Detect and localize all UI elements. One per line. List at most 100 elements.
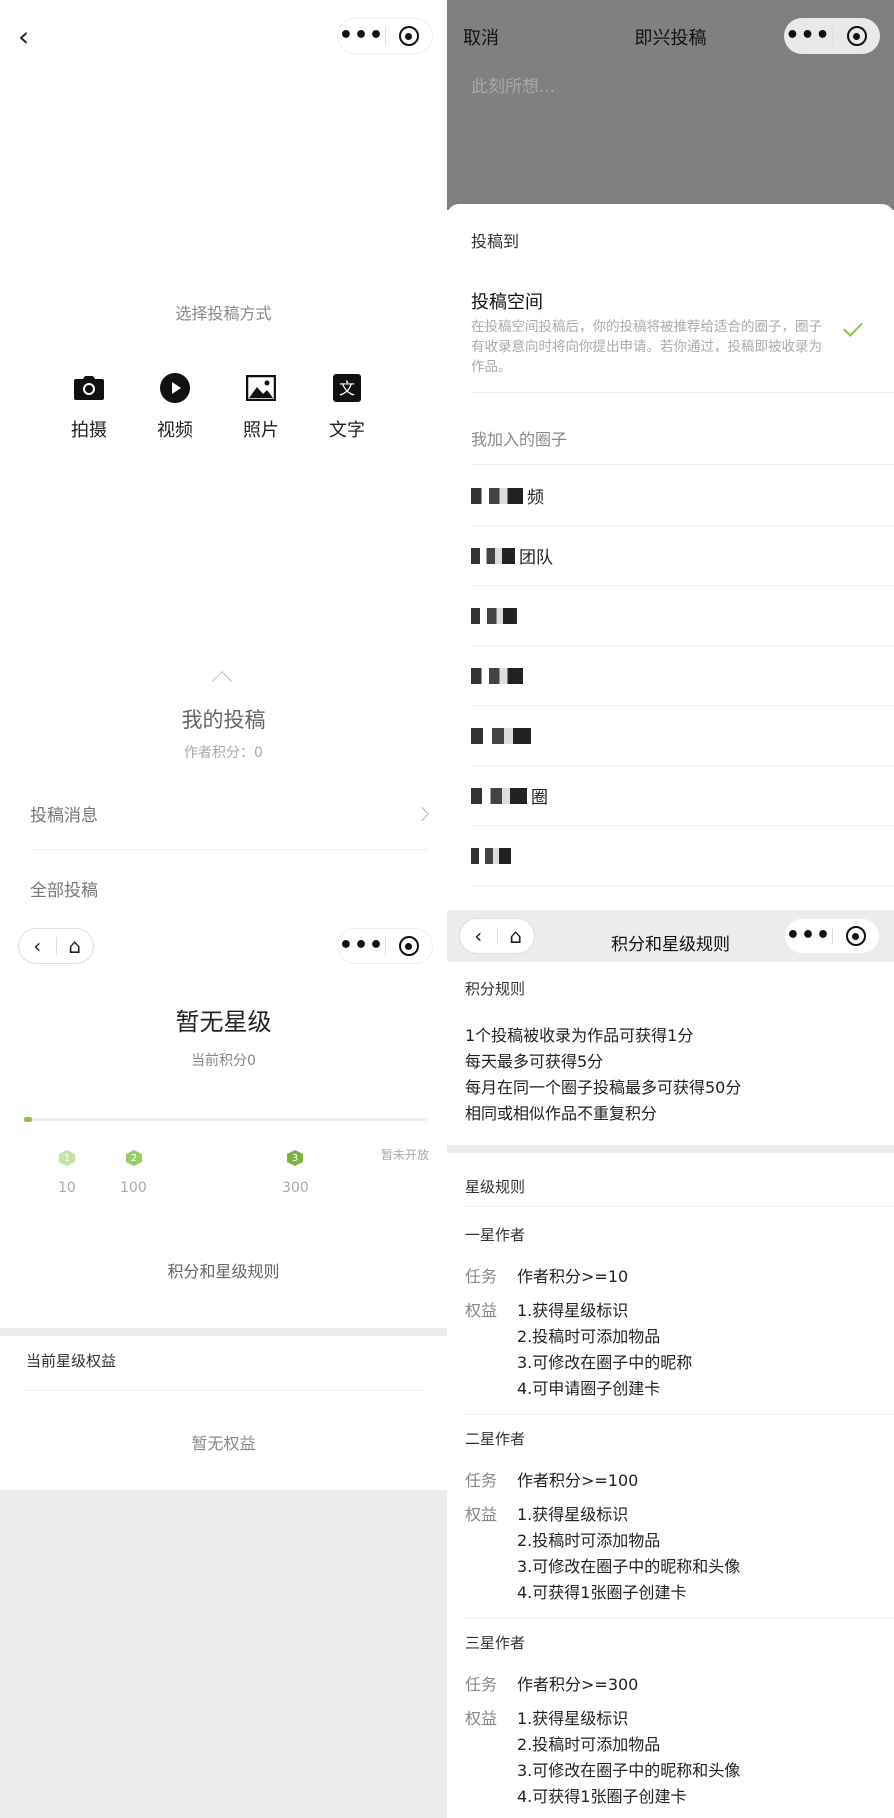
divider (465, 1414, 894, 1415)
chevron-up-icon[interactable] (212, 671, 232, 691)
right-item: 2.投稿时可添加物品 (517, 1735, 661, 1754)
score-rule-line: 每天最多可获得5分 (465, 1052, 604, 1071)
divider (465, 1206, 894, 1207)
divider (465, 1618, 894, 1619)
circle-item[interactable] (471, 586, 894, 646)
post-input-placeholder[interactable]: 此刻所想... (471, 72, 555, 97)
close-program-button[interactable] (833, 26, 880, 46)
right-item: 4.可获得1张圈子创建卡 (517, 1583, 687, 1602)
circle-item[interactable]: 圈 (471, 766, 894, 826)
redacted-name (471, 487, 523, 504)
target-icon (398, 936, 419, 956)
section-separator (0, 1328, 447, 1336)
joined-circles-heading: 我加入的圈子 (471, 430, 568, 449)
mini-program-capsule: ••• (337, 18, 433, 54)
submission-messages-row[interactable]: 投稿消息 (30, 778, 430, 850)
chevron-right-icon (414, 806, 430, 821)
row-label: 投稿消息 (30, 806, 98, 826)
divider (26, 1390, 425, 1391)
level-name: 一星作者 (465, 1226, 526, 1244)
task-value: 作者积分>=10 (517, 1267, 629, 1286)
method-video[interactable]: 视频 (154, 372, 196, 442)
circle-item[interactable] (471, 646, 894, 706)
section-separator (447, 1145, 894, 1153)
method-photo[interactable]: 照片 (240, 372, 282, 442)
camera-icon (72, 372, 106, 404)
method-label: 文字 (329, 420, 365, 441)
circle-item[interactable]: 团队 (471, 526, 894, 586)
back-icon[interactable]: ‹ (19, 934, 56, 958)
panel-rules: ‹ ⌂ 积分和星级规则 ••• 积分规则 1个投稿被收录为作品可获得1分 每天最多可… (447, 910, 894, 1818)
not-open-label: 暂未开放 (380, 1148, 429, 1162)
more-icon[interactable]: ••• (784, 25, 832, 47)
level-name: 二星作者 (465, 1430, 526, 1448)
image-icon (244, 372, 278, 404)
level-task: 任务 作者积分>=300 (465, 1672, 638, 1698)
circle-item[interactable]: 频 (471, 466, 894, 526)
check-icon (843, 317, 863, 337)
nav-capsule: ‹ ⌂ (18, 928, 94, 964)
current-score: 当前积分0 (191, 1053, 256, 1069)
right-item: 3.可修改在圈子中的昵称和头像 (517, 1761, 741, 1780)
redacted-name (471, 847, 511, 864)
redacted-name (471, 667, 523, 684)
back-icon[interactable]: ‹ (18, 20, 29, 53)
level-name: 三星作者 (465, 1634, 526, 1652)
circle-item[interactable] (471, 826, 894, 886)
star-level-title: 暂无星级 (175, 1008, 272, 1036)
right-item: 3.可修改在圈子中的昵称和头像 (517, 1557, 741, 1576)
right-item: 3.可修改在圈子中的昵称 (517, 1353, 693, 1372)
level-task: 任务 作者积分>=10 (465, 1264, 628, 1290)
close-program-button[interactable] (386, 936, 432, 956)
redacted-name (471, 727, 531, 744)
task-label: 任务 (465, 1471, 498, 1490)
right-item: 1.获得星级标识 (517, 1301, 629, 1320)
method-camera[interactable]: 拍摄 (68, 372, 110, 442)
current-benefits-heading: 当前星级权益 (26, 1352, 117, 1370)
level-rights: 权益 1.获得星级标识 2.投稿时可添加物品 3.可修改在圈子中的昵称和头像 4.可获得… (465, 1706, 740, 1810)
author-score: 作者积分：0 (184, 745, 263, 761)
method-text[interactable]: 文 文字 (326, 372, 368, 442)
circle-item[interactable] (471, 706, 894, 766)
score-rule-line: 1个投稿被收录为作品可获得1分 (465, 1026, 694, 1045)
score-rule-line: 每月在同一个圈子投稿最多可获得50分 (465, 1078, 742, 1097)
home-icon[interactable]: ⌂ (57, 934, 94, 958)
mini-program-capsule: ••• (784, 918, 880, 954)
rights-list: 1.获得星级标识 2.投稿时可添加物品 3.可修改在圈子中的昵称 4.可申请圈子创建卡 (517, 1298, 692, 1402)
option-title: 投稿空间 (471, 292, 543, 313)
rights-label: 权益 (465, 1505, 498, 1524)
redacted-name (471, 547, 515, 564)
method-label: 拍摄 (71, 420, 107, 441)
circle-name: 团队 (519, 548, 553, 568)
rights-list: 1.获得星级标识 2.投稿时可添加物品 3.可修改在圈子中的昵称和头像 4.可获得1张… (517, 1502, 740, 1606)
redacted-name (471, 607, 517, 624)
level-3-score: 300 (282, 1180, 309, 1196)
target-icon (845, 926, 866, 946)
level-2-score: 100 (120, 1180, 147, 1196)
right-item: 1.获得星级标识 (517, 1505, 629, 1524)
mini-program-capsule: ••• (784, 18, 880, 54)
task-value: 作者积分>=100 (517, 1471, 639, 1490)
task-label: 任务 (465, 1267, 498, 1286)
level-task: 任务 作者积分>=100 (465, 1468, 638, 1494)
rules-link[interactable]: 积分和星级规则 (0, 1258, 447, 1282)
close-program-button[interactable] (386, 26, 432, 46)
close-program-button[interactable] (833, 926, 879, 946)
rights-label: 权益 (465, 1301, 498, 1320)
method-label: 视频 (157, 420, 193, 441)
mini-program-capsule: ••• (337, 928, 433, 964)
panel-star-level: ‹ ⌂ ••• 暂无星级 当前积分0 1 2 3 10 100 300 暂未开放… (0, 910, 447, 1818)
all-submissions-row[interactable]: 全部投稿 (30, 852, 427, 910)
more-icon[interactable]: ••• (338, 935, 385, 957)
more-icon[interactable]: ••• (785, 925, 832, 947)
more-icon[interactable]: ••• (338, 25, 385, 47)
destination-sheet: 投稿到 投稿空间 在投稿空间投稿后，你的投稿将被推荐给适合的圈子，圈子有收录意向… (447, 204, 894, 910)
method-label: 照片 (243, 420, 279, 441)
right-item: 2.投稿时可添加物品 (517, 1531, 661, 1550)
right-item: 4.可获得1张圈子创建卡 (517, 1787, 687, 1806)
rights-list: 1.获得星级标识 2.投稿时可添加物品 3.可修改在圈子中的昵称和头像 4.可获得1张… (517, 1706, 740, 1810)
progress-fill (24, 1117, 32, 1122)
play-icon (158, 372, 192, 404)
target-icon (398, 26, 419, 46)
task-label: 任务 (465, 1675, 498, 1694)
